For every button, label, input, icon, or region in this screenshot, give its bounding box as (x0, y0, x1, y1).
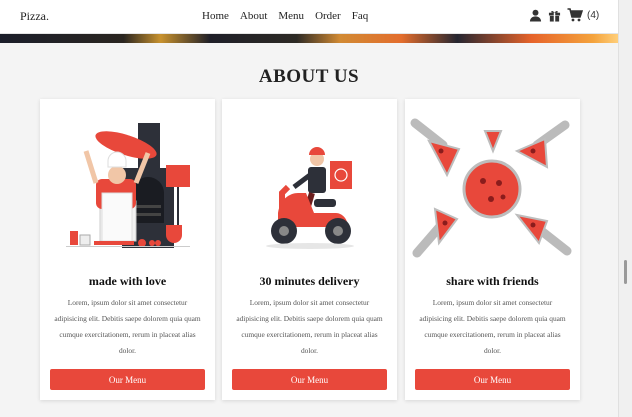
cart-count-badge: (4) (587, 9, 600, 21)
card-title: 30 minutes delivery (259, 274, 360, 288)
our-menu-button[interactable]: Our Menu (415, 369, 570, 390)
section-title: ABOUT US (258, 66, 360, 87)
card-description: Lorem, ipsum dolor sit amet consectetur … (236, 298, 383, 355)
nav-icons: (4) (529, 8, 599, 22)
chef-illustration (40, 113, 215, 263)
gift-icon[interactable] (548, 9, 561, 22)
hero-banner-edge (0, 34, 618, 43)
nav-menu: Home About Menu Order Faq (202, 10, 368, 22)
card-title: made with love (88, 274, 167, 288)
about-card: made with love Lorem, ipsum dolor sit am… (40, 99, 215, 400)
scrollbar-handle[interactable] (624, 260, 627, 284)
nav-link-menu[interactable]: Menu (278, 10, 304, 22)
delivery-illustration (222, 113, 397, 263)
card-description: Lorem, ipsum dolor sit amet consectetur … (419, 298, 566, 355)
brand-logo[interactable]: Pizza. (20, 9, 49, 24)
scrollbar-track[interactable] (618, 0, 632, 417)
navbar: Pizza. Home About Menu Order Faq (4) (0, 0, 618, 34)
nav-link-about[interactable]: About (240, 10, 268, 22)
sharing-illustration (405, 113, 580, 263)
nav-link-order[interactable]: Order (315, 10, 341, 22)
card-title: share with friends (446, 274, 539, 288)
nav-link-faq[interactable]: Faq (352, 10, 369, 22)
card-description: Lorem, ipsum dolor sit amet consectetur … (54, 298, 201, 355)
our-menu-button[interactable]: Our Menu (232, 369, 387, 390)
about-card: share with friends Lorem, ipsum dolor si… (405, 99, 580, 400)
our-menu-button[interactable]: Our Menu (50, 369, 205, 390)
user-icon[interactable] (529, 9, 542, 22)
cart-icon[interactable] (567, 8, 583, 22)
about-card: 30 minutes delivery Lorem, ipsum dolor s… (222, 99, 397, 400)
nav-link-home[interactable]: Home (202, 10, 229, 22)
